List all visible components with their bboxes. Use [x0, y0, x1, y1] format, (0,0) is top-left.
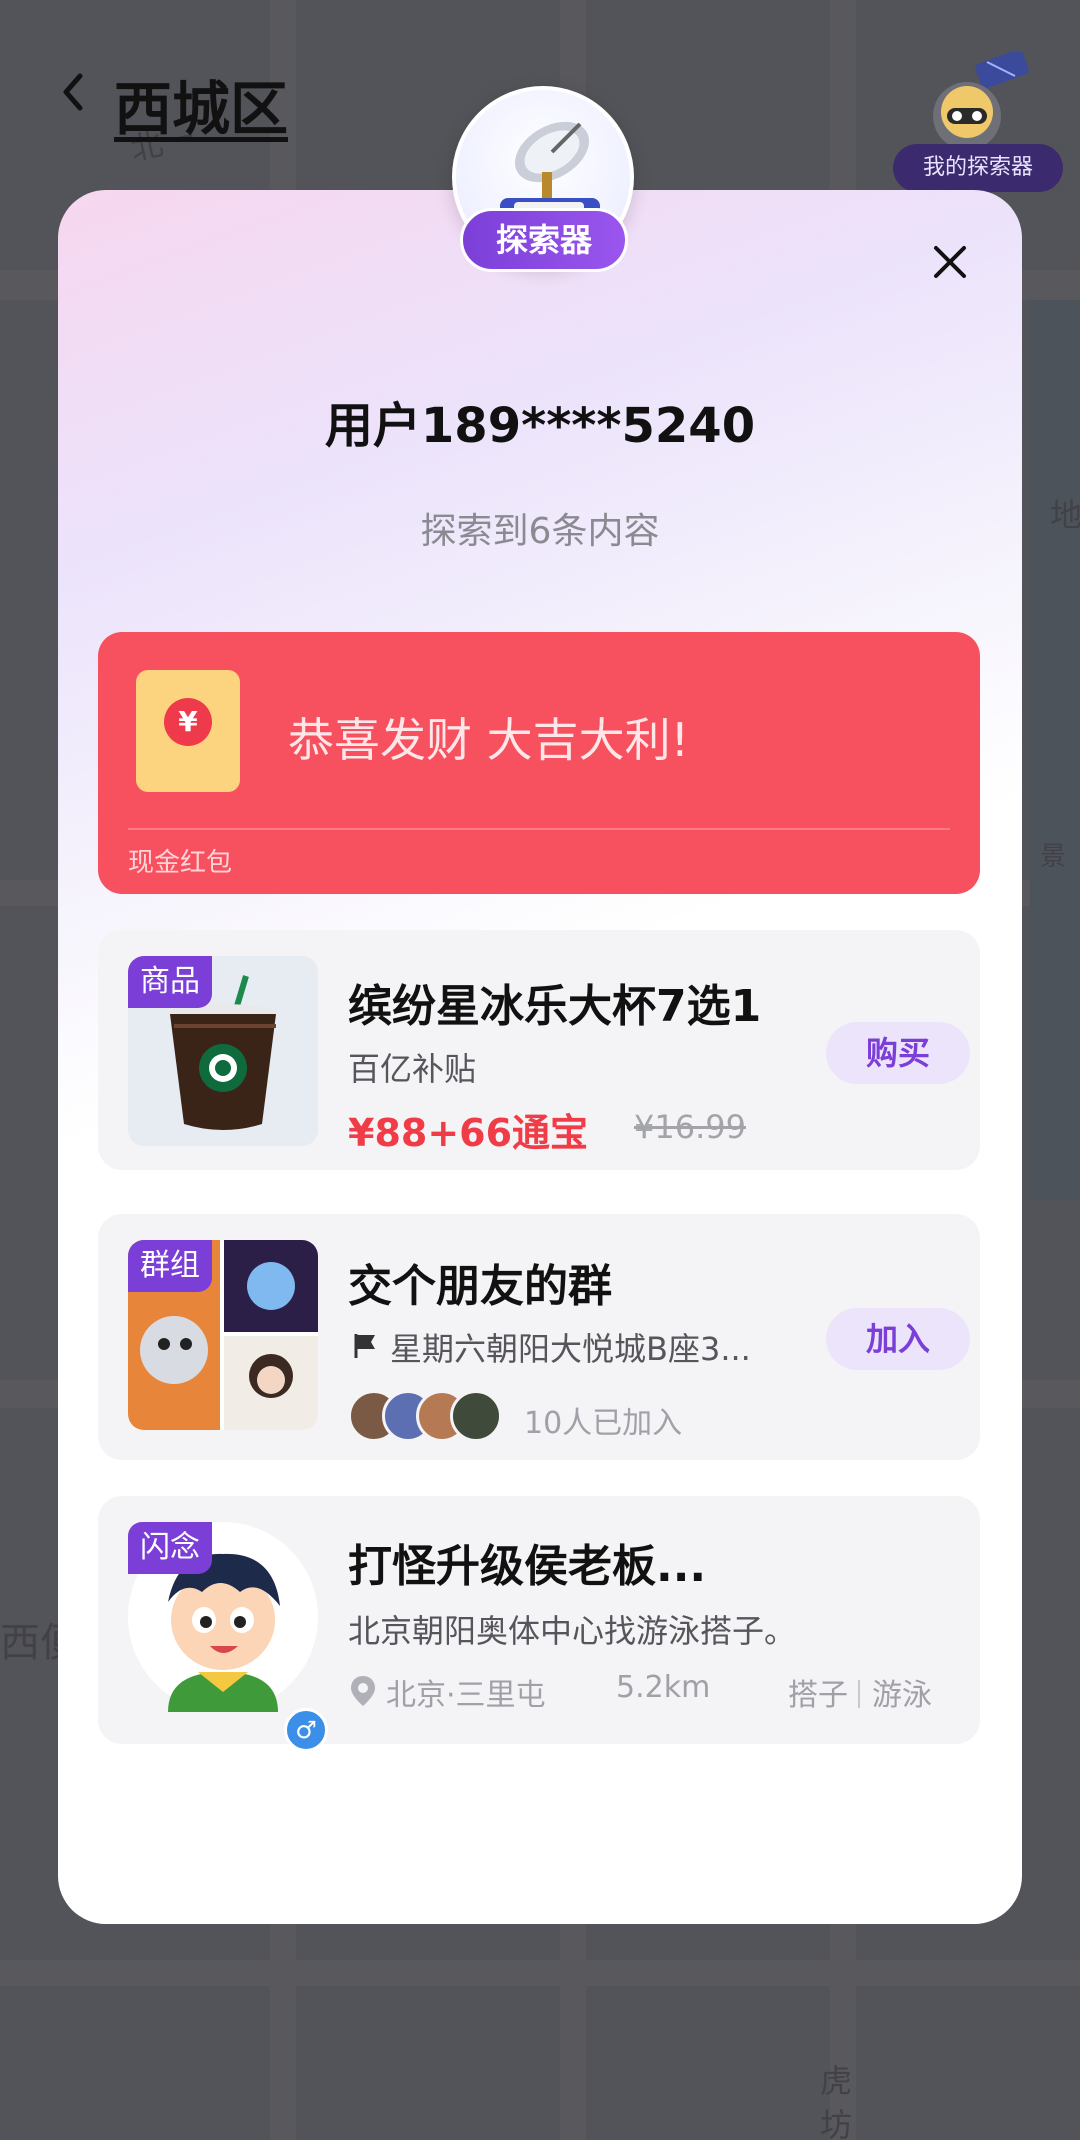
flag-icon: [354, 1334, 375, 1358]
red-envelope-icon: ¥: [136, 670, 240, 792]
district-title[interactable]: 西城区: [114, 62, 288, 146]
flash-post-title: 打怪升级侯老板...: [348, 1541, 707, 1592]
close-button[interactable]: [920, 232, 980, 292]
flash-post-avatar: 闪念 ♂: [128, 1522, 328, 1752]
group-thumbnail: 群组: [128, 1240, 318, 1430]
explorer-badge-label: 探索器: [460, 208, 628, 272]
explorer-badge: 探索器: [448, 86, 638, 286]
red-packet-slogan: 恭喜发财 大吉大利!: [288, 713, 690, 767]
product-price: ¥88+66通宝: [348, 1111, 589, 1155]
join-button[interactable]: 加入: [826, 1308, 970, 1370]
red-packet-card[interactable]: ¥ 恭喜发财 大吉大利! 现金红包: [98, 632, 980, 894]
group-title: 交个朋友的群: [348, 1261, 612, 1312]
flash-post-text: 北京朝阳奥体中心找游泳搭子。: [348, 1612, 797, 1650]
product-title: 缤纷星冰乐大杯7选1: [348, 981, 762, 1032]
product-subtitle: 百亿补贴: [348, 1050, 477, 1088]
product-card[interactable]: 商品 缤纷星冰乐大杯7选1 百亿补贴 ¥88+66通宝 ¥16.99 购买: [98, 930, 980, 1170]
explorer-result-modal: 探索器 用户189****5240 探索到6条内容 ¥ 恭喜发财 大吉大利! 现…: [58, 86, 1022, 1924]
location-pin-icon: [351, 1676, 375, 1706]
flash-post-card[interactable]: 闪念 ♂ 打怪升级侯老板... 北京朝阳奥体中心找游泳搭子。 北京·三里屯 5.…: [98, 1496, 980, 1752]
explore-count-text: 探索到6条内容: [420, 511, 660, 552]
flash-post-location: 北京·三里屯: [386, 1678, 546, 1713]
red-packet-kind: 现金红包: [128, 848, 233, 878]
type-tag: 商品: [128, 956, 212, 1008]
flash-post-tag: 搭子: [788, 1678, 848, 1713]
group-card[interactable]: 群组 交个朋友的群 星期六朝阳大悦城B座3... 10人已加入 加入: [98, 1214, 980, 1460]
member-avatars: [348, 1390, 508, 1446]
flash-post-tag: 游泳: [872, 1678, 932, 1713]
group-location: 星期六朝阳大悦城B座3...: [390, 1330, 751, 1368]
close-icon: [934, 246, 966, 278]
my-explorer-button[interactable]: 我的探索器: [890, 42, 1063, 192]
my-explorer-label: 我的探索器: [893, 144, 1063, 192]
divider: [858, 1680, 860, 1708]
yuan-coin-icon: ¥: [164, 698, 212, 746]
chevron-left-icon: [63, 73, 83, 111]
type-tag: 闪念: [128, 1522, 212, 1574]
divider: [128, 828, 950, 830]
back-button[interactable]: [54, 62, 94, 122]
members-count: 10人已加入: [524, 1406, 683, 1441]
flash-post-distance: 5.2km: [616, 1670, 711, 1705]
male-gender-icon: ♂: [284, 1708, 328, 1752]
product-thumbnail: 商品: [128, 956, 318, 1146]
user-name: 用户189****5240: [324, 398, 756, 454]
product-original-price: ¥16.99: [634, 1108, 746, 1146]
type-tag: 群组: [128, 1240, 212, 1292]
buy-button[interactable]: 购买: [826, 1022, 970, 1084]
avatar: [450, 1390, 502, 1442]
